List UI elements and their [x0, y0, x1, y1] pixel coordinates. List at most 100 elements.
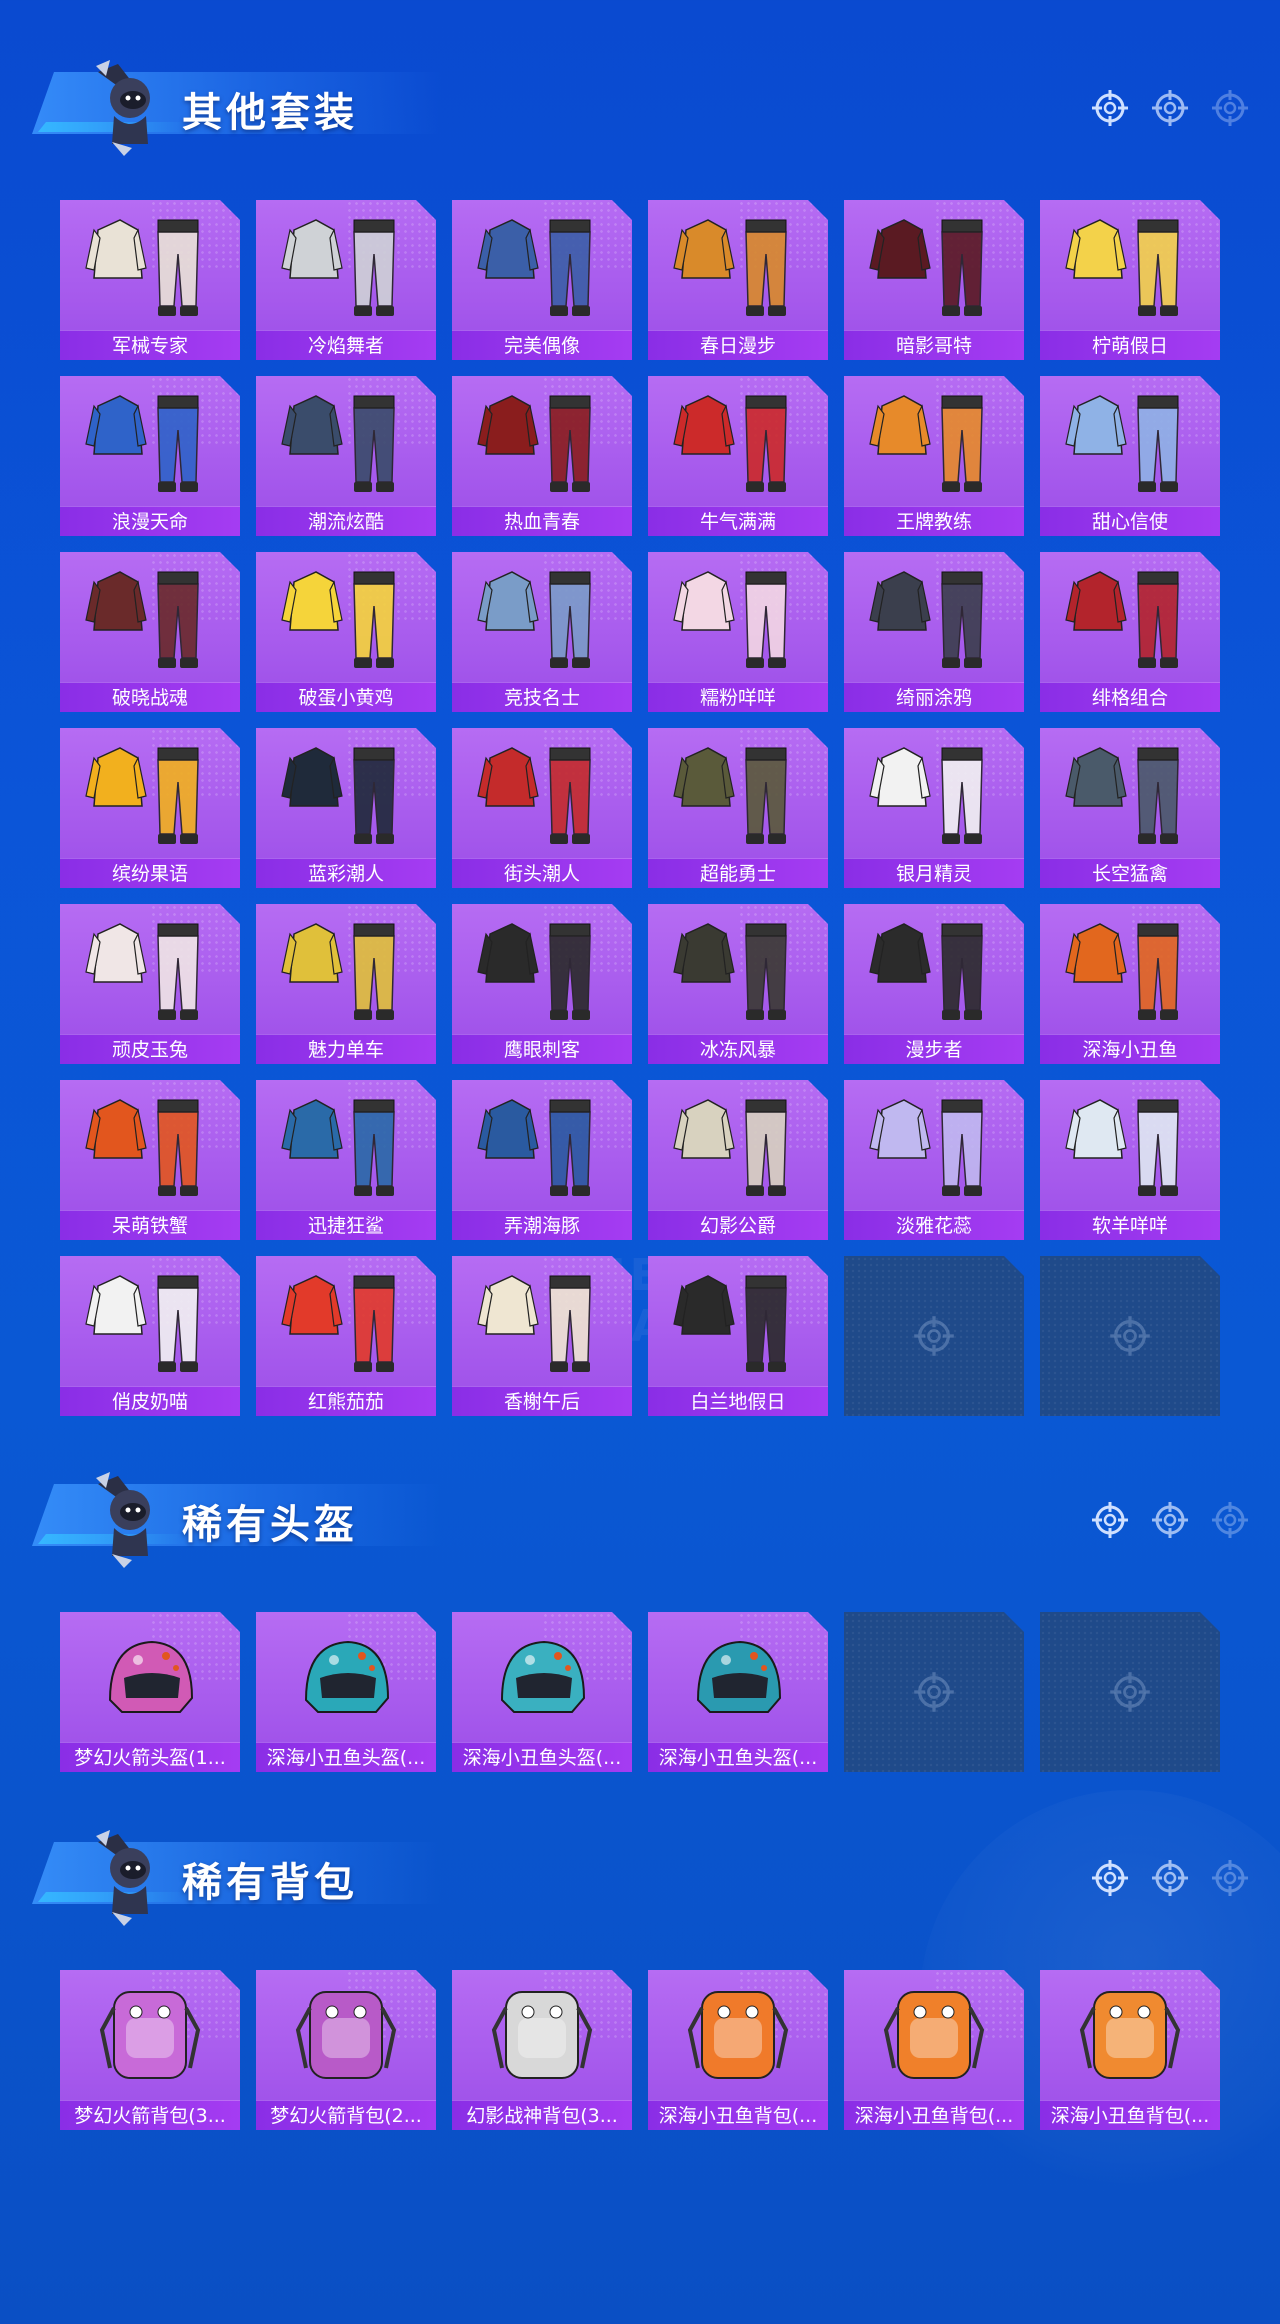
item-card[interactable]: 深海小丑鱼背包(...: [844, 1970, 1024, 2130]
outfit-icon: [864, 912, 1004, 1030]
item-card[interactable]: 长空猛禽: [1040, 728, 1220, 888]
section-helmets: 稀有头盔 梦幻火箭头盔(1... 深海小丑鱼头盔(... 深海小丑鱼头盔(...…: [0, 1464, 1280, 1772]
item-card[interactable]: 深海小丑鱼头盔(...: [452, 1612, 632, 1772]
outfit-icon: [80, 1088, 220, 1206]
item-card[interactable]: 破蛋小黄鸡: [256, 552, 436, 712]
item-name: 完美偶像: [452, 330, 632, 360]
item-name: 白兰地假日: [648, 1386, 828, 1416]
backpack-icon: [472, 1978, 612, 2096]
item-card[interactable]: 绯格组合: [1040, 552, 1220, 712]
item-card[interactable]: 深海小丑鱼背包(...: [1040, 1970, 1220, 2130]
item-card[interactable]: 甜心信使: [1040, 376, 1220, 536]
item-card[interactable]: 柠萌假日: [1040, 200, 1220, 360]
crosshair-icon: [1108, 1314, 1152, 1358]
item-card[interactable]: 魅力单车: [256, 904, 436, 1064]
crosshair-icon: [1090, 88, 1130, 128]
item-card[interactable]: 牛气满满: [648, 376, 828, 536]
mascot-icon: [88, 52, 168, 162]
crosshair-decorations: [1090, 1500, 1250, 1540]
item-name: 梦幻火箭背包(3...: [60, 2100, 240, 2130]
outfit-icon: [276, 912, 416, 1030]
item-card[interactable]: 幻影战神背包(3...: [452, 1970, 632, 2130]
item-card[interactable]: 白兰地假日: [648, 1256, 828, 1416]
item-card[interactable]: 梦幻火箭背包(2...: [256, 1970, 436, 2130]
item-card[interactable]: 缤纷果语: [60, 728, 240, 888]
item-card[interactable]: 俏皮奶喵: [60, 1256, 240, 1416]
item-name: 幻影战神背包(3...: [452, 2100, 632, 2130]
item-card[interactable]: 深海小丑鱼: [1040, 904, 1220, 1064]
item-card[interactable]: 蓝彩潮人: [256, 728, 436, 888]
item-card[interactable]: 冰冻风暴: [648, 904, 828, 1064]
item-card[interactable]: 深海小丑鱼头盔(...: [648, 1612, 828, 1772]
item-card[interactable]: 完美偶像: [452, 200, 632, 360]
item-card[interactable]: 红熊茄茄: [256, 1256, 436, 1416]
item-name: 深海小丑鱼背包(...: [1040, 2100, 1220, 2130]
item-name: 俏皮奶喵: [60, 1386, 240, 1416]
item-grid: 梦幻火箭背包(3... 梦幻火箭背包(2... 幻影战神背包(3... 深海小丑…: [60, 1970, 1220, 2130]
item-card[interactable]: 鹰眼刺客: [452, 904, 632, 1064]
empty-slot: [1040, 1256, 1220, 1416]
outfit-icon: [80, 384, 220, 502]
item-card[interactable]: 顽皮玉兔: [60, 904, 240, 1064]
outfit-icon: [668, 736, 808, 854]
item-card[interactable]: 梦幻火箭头盔(1...: [60, 1612, 240, 1772]
outfit-icon: [472, 208, 612, 326]
item-card[interactable]: 深海小丑鱼头盔(...: [256, 1612, 436, 1772]
item-card[interactable]: 街头潮人: [452, 728, 632, 888]
item-card[interactable]: 深海小丑鱼背包(...: [648, 1970, 828, 2130]
item-card[interactable]: 春日漫步: [648, 200, 828, 360]
outfit-icon: [276, 384, 416, 502]
item-card[interactable]: 王牌教练: [844, 376, 1024, 536]
item-card[interactable]: 超能勇士: [648, 728, 828, 888]
item-card[interactable]: 梦幻火箭背包(3...: [60, 1970, 240, 2130]
item-card[interactable]: 军械专家: [60, 200, 240, 360]
crosshair-decorations: [1090, 1858, 1250, 1898]
crosshair-icon: [1150, 88, 1190, 128]
outfit-icon: [276, 1088, 416, 1206]
item-card[interactable]: 迅捷狂鲨: [256, 1080, 436, 1240]
item-card[interactable]: 破晓战魂: [60, 552, 240, 712]
outfit-icon: [472, 560, 612, 678]
item-name: 冷焰舞者: [256, 330, 436, 360]
helmet-icon: [276, 1620, 416, 1738]
item-card[interactable]: 漫步者: [844, 904, 1024, 1064]
item-card[interactable]: 软羊咩咩: [1040, 1080, 1220, 1240]
outfit-icon: [276, 736, 416, 854]
item-card[interactable]: 香榭午后: [452, 1256, 632, 1416]
item-card[interactable]: 竞技名士: [452, 552, 632, 712]
item-card[interactable]: 冷焰舞者: [256, 200, 436, 360]
crosshair-icon: [1210, 1858, 1250, 1898]
item-name: 街头潮人: [452, 858, 632, 888]
item-card[interactable]: 潮流炫酷: [256, 376, 436, 536]
mascot-icon: [88, 1464, 168, 1574]
item-card[interactable]: 绮丽涂鸦: [844, 552, 1024, 712]
section-title: 稀有背包: [182, 1860, 358, 1906]
item-name: 竞技名士: [452, 682, 632, 712]
item-name: 香榭午后: [452, 1386, 632, 1416]
outfit-icon: [1060, 1088, 1200, 1206]
item-name: 软羊咩咩: [1040, 1210, 1220, 1240]
outfit-icon: [1060, 912, 1200, 1030]
item-name: 春日漫步: [648, 330, 828, 360]
item-card[interactable]: 暗影哥特: [844, 200, 1024, 360]
section-outfits: 其他套装 军械专家 冷焰舞者 完美偶像 春日漫步 暗影哥特 柠萌假日 浪漫天命 …: [0, 52, 1280, 1416]
item-card[interactable]: 幻影公爵: [648, 1080, 828, 1240]
crosshair-icon: [1090, 1858, 1130, 1898]
item-card[interactable]: 浪漫天命: [60, 376, 240, 536]
section-title: 其他套装: [182, 90, 358, 136]
item-card[interactable]: 银月精灵: [844, 728, 1024, 888]
item-card[interactable]: 糯粉咩咩: [648, 552, 828, 712]
item-name: 柠萌假日: [1040, 330, 1220, 360]
item-card[interactable]: 淡雅花蕊: [844, 1080, 1024, 1240]
item-card[interactable]: 弄潮海豚: [452, 1080, 632, 1240]
item-name: 弄潮海豚: [452, 1210, 632, 1240]
crosshair-icon: [1210, 88, 1250, 128]
item-name: 深海小丑鱼: [1040, 1034, 1220, 1064]
item-name: 超能勇士: [648, 858, 828, 888]
item-card[interactable]: 呆萌铁蟹: [60, 1080, 240, 1240]
item-card[interactable]: 热血青春: [452, 376, 632, 536]
item-name: 绯格组合: [1040, 682, 1220, 712]
item-name: 鹰眼刺客: [452, 1034, 632, 1064]
mascot-icon: [88, 1822, 168, 1932]
section-header: 稀有头盔: [0, 1464, 1280, 1574]
